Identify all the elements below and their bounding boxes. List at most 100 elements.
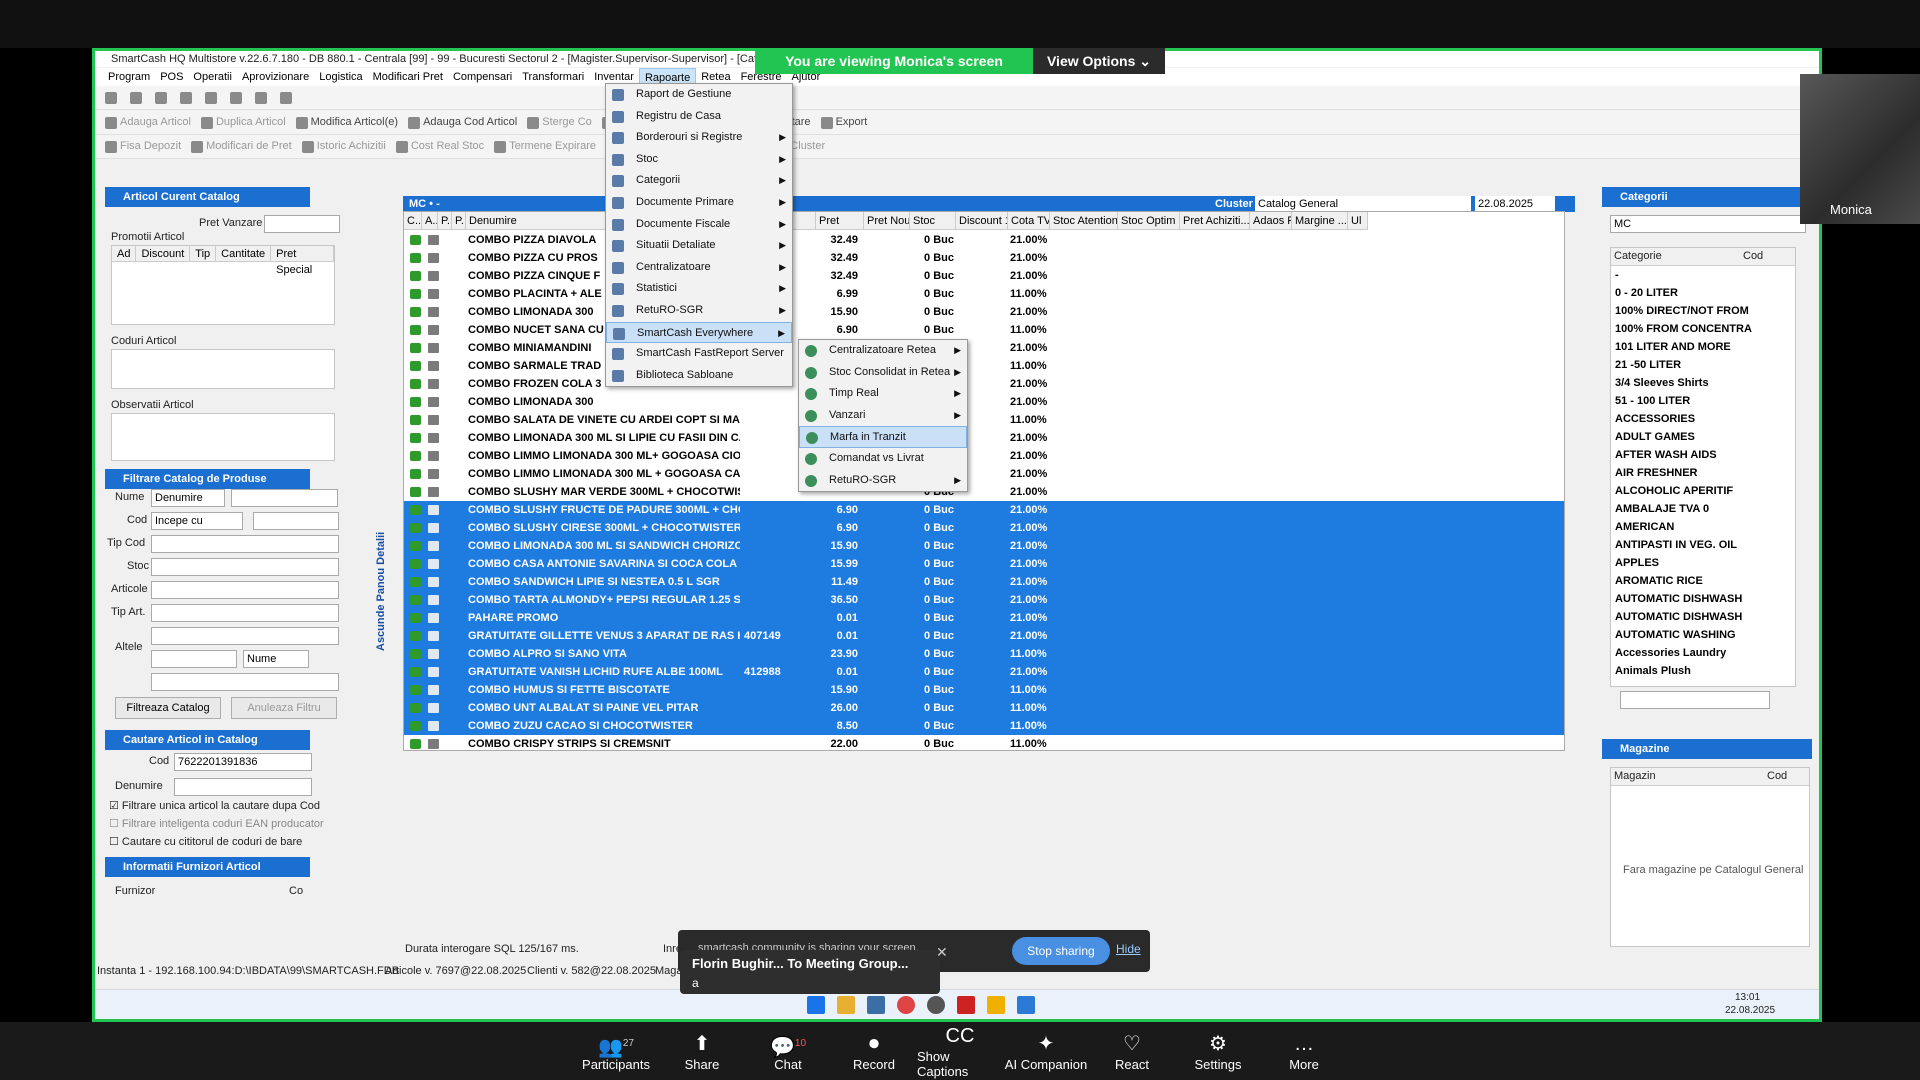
list-item[interactable]: Animals Plush [1611,662,1795,680]
settings-icon[interactable] [927,996,945,1014]
table-row[interactable]: COMBO CASA ANTONIE SAVARINA SI COCA COLA… [404,555,1564,573]
toolbar3-button[interactable]: Modificari de Pret [191,140,292,153]
grid-header[interactable]: Pret Achiziti... [1180,212,1250,230]
tool-icon[interactable] [230,91,242,104]
list-item[interactable]: ANTIPASTI IN VEG. OIL [1611,536,1795,554]
table-row[interactable]: COMBO SLUSHY MAR VERDE 300ML + CHOCOTWIS… [404,483,1564,501]
menu-pos[interactable]: POS [155,68,188,86]
tool-icon[interactable] [280,91,292,104]
table-row[interactable]: COMBO PIZZA CINQUE FL...32.490 Buc21.00% [404,267,1564,285]
table-row[interactable]: COMBO LIMONADA 3000 Buc21.00% [404,393,1564,411]
altele-select-2[interactable] [151,673,339,691]
menu-logistica[interactable]: Logistica [314,68,367,86]
list-item[interactable]: 0 - 20 LITER [1611,284,1795,302]
table-row[interactable]: COMBO SANDWICH LIPIE SI NESTEA 0.5 L SGR… [404,573,1564,591]
chat-popup[interactable]: Florin Bughir... To Meeting Group... a ✕ [680,944,948,994]
grid-header[interactable]: Pret [816,212,864,230]
grid-header[interactable]: Ul [1348,212,1368,230]
table-row[interactable]: COMBO PIZZA CU PROS2...32.490 Buc21.00% [404,249,1564,267]
toolbar2-button[interactable]: Modifica Articol(e) [295,116,398,129]
menu-item[interactable]: Raport de Gestiune [606,84,792,106]
toolbar2-button[interactable]: Adauga Cod Articol [408,116,517,129]
zoom-share-button[interactable]: ⬆ Share [659,1022,745,1080]
cod-input[interactable] [253,512,339,530]
grid-header[interactable]: Stoc Atentionare [1050,212,1118,230]
tool-icon[interactable] [130,91,142,104]
tool-icon[interactable] [255,91,267,104]
list-item[interactable]: APPLES [1611,554,1795,572]
menu-item[interactable]: SmartCash Everywhere ▶ [606,321,792,344]
list-item[interactable]: AUTOMATIC WASHING [1611,626,1795,644]
grid-header[interactable]: Stoc [910,212,956,230]
list-item[interactable]: AUTOMATIC DISHWASH [1611,590,1795,608]
toolbar3-button[interactable]: Termene Expirare [494,140,596,153]
grid-header[interactable]: A... [422,212,438,230]
stop-sharing-button[interactable]: Stop sharing [1012,937,1110,965]
menu-item[interactable]: Statistici ▶ [606,278,792,300]
menu-item[interactable]: Stoc ▶ [606,149,792,171]
date-picker[interactable]: 22.08.2025 [1475,196,1555,212]
grid-header[interactable]: Discount 1 [956,212,1008,230]
stoc-select[interactable] [151,558,339,576]
table-row[interactable]: COMBO LIMONADA 300 ML SI LIPIE CU FASII … [404,429,1564,447]
grid-header[interactable]: P... [452,212,466,230]
table-row[interactable]: COMBO UNT ALBALAT SI PAINE VEL PITAR 26.0… [404,699,1564,717]
nume-select[interactable]: Denumire [151,489,225,507]
close-icon[interactable]: ✕ [936,944,948,961]
grid-header[interactable]: Pret Nou [864,212,910,230]
chk2[interactable]: ☐ Filtrare inteligenta coduri EAN produc… [109,817,324,830]
filtreaza-button[interactable]: Filtreaza Catalog [115,697,221,719]
toolbar3-button[interactable]: Istoric Achizitii [301,140,386,153]
menu-item[interactable]: Registru de Casa [606,106,792,128]
grid-header[interactable]: C.. [404,212,422,230]
table-row[interactable]: COMBO NUCET SANA CU 6.90 0 Buc 11.00% [404,321,1564,339]
toolbar3-button[interactable]: Fisa Depozit [105,140,181,153]
app2-icon[interactable] [987,996,1005,1014]
table-row[interactable]: COMBO LIMMO LIMONADA 300 ML + GOGOASA CA… [404,465,1564,483]
list-item[interactable]: AFTER WASH AIDS [1611,446,1795,464]
list-item[interactable]: AROMATIC RICE [1611,572,1795,590]
zoom-ai-button[interactable]: ✦ AI Companion [1003,1022,1089,1080]
table-row[interactable]: PAHARE PROMO 0.01 0 Buc 21.00% [404,609,1564,627]
hide-panel-toggle[interactable]: Ascunde Panou Detalii [375,532,387,651]
list-item[interactable]: Accessories Laundry [1611,644,1795,662]
list-item[interactable]: ADULT GAMES [1611,428,1795,446]
table-row[interactable]: COMBO PLACINTA + ALE 6.99 0 Buc 11.00% [404,285,1564,303]
table-row[interactable]: COMBO LIMONADA 30020...15.900 Buc21.00% [404,303,1564,321]
table-row[interactable]: COMBO HUMUS SI FETTE BISCOTATE 15.90 0 Buc… [404,681,1564,699]
list-item[interactable]: 21 -50 LITER [1611,356,1795,374]
table-row[interactable]: COMBO SARMALE TRAD0 Buc11.00% [404,357,1564,375]
menu-item[interactable]: Situatii Detaliate ▶ [606,235,792,257]
zoom-record-button[interactable]: ⏺ Record [831,1022,917,1080]
table-row[interactable]: COMBO ZUZU CACAO SI CHOCOTWISTER 8.50 0 Bu… [404,717,1564,735]
categorii-filter-input[interactable]: MC [1610,215,1806,233]
table-row[interactable]: COMBO LIMMO LIMONADA 300 ML+ GOGOASA CIO… [404,447,1564,465]
menu-item[interactable]: SmartCash FastReport Server [606,343,792,365]
denumire-input[interactable] [174,778,312,796]
tip-cod-select[interactable] [151,535,339,553]
observatii-box[interactable] [111,413,335,461]
menu-transformari[interactable]: Transformari [517,68,589,86]
chk1[interactable]: ☑ Filtrare unica articol la cautare dupa… [109,799,320,812]
altele-type-select[interactable]: Nume [243,650,309,668]
menu-aprovizionare[interactable]: Aprovizionare [237,68,314,86]
altele-select[interactable] [151,627,339,645]
explorer-icon[interactable] [837,996,855,1014]
tool-icon[interactable] [180,91,192,104]
pdf-icon[interactable] [957,996,975,1014]
grid-header[interactable]: Stoc Optim [1118,212,1180,230]
table-row[interactable]: COMBO CRISPY STRIPS SI CREMSNIT 22.00 0 Bu… [404,735,1564,751]
cod-select[interactable]: Incepe cu [151,512,243,530]
start-icon[interactable] [807,996,825,1014]
list-item[interactable]: AIR FRESHNER [1611,464,1795,482]
table-row[interactable]: COMBO LIMONADA 300 ML SI SANDWICH CHORIZ… [404,537,1564,555]
submenu-item[interactable]: RetuRO-SGR ▶ [799,470,967,492]
zoom-chat-button[interactable]: 💬10 Chat [745,1022,831,1080]
toolbar2-button[interactable]: Duplica Articol [200,116,286,129]
grid-header[interactable]: Cota TVA [1008,212,1050,230]
list-item[interactable]: ALCOHOLIC APERITIF [1611,482,1795,500]
submenu-item[interactable]: Centralizatoare Retea ▶ [799,340,967,362]
zoom-cc-button[interactable]: CC Show Captions [917,1022,1003,1080]
tool-icon[interactable] [205,91,217,104]
zoom-more-button[interactable]: … More [1261,1022,1347,1080]
